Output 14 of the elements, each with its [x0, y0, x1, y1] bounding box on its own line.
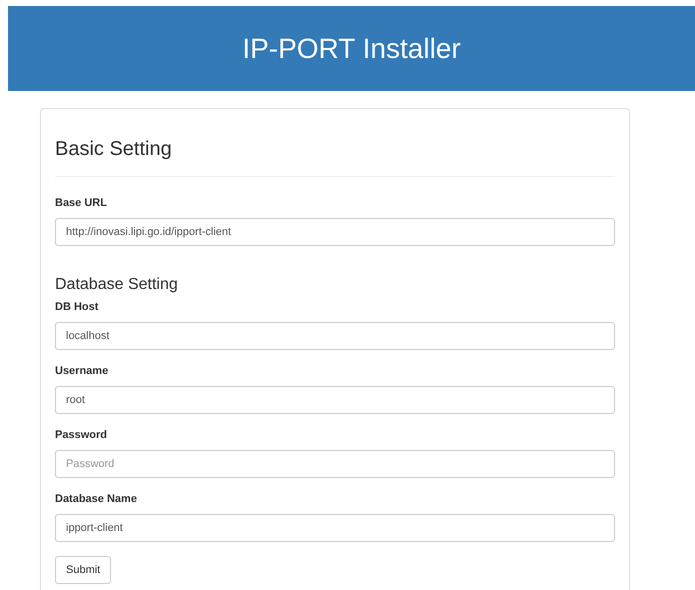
input-field[interactable]: http://inovasi.lipi.go.id/ipport-client	[55, 218, 615, 246]
input-field[interactable]: localhost	[55, 322, 615, 350]
input-field[interactable]: ipport-client	[55, 514, 615, 542]
input-field[interactable]: root	[55, 386, 615, 414]
page-title: IP-PORT Installer	[242, 32, 461, 64]
field-label: Username	[55, 364, 110, 378]
field-label: DB Host	[55, 300, 100, 314]
input-field[interactable]: Password	[55, 450, 615, 478]
field-label: Password	[55, 428, 108, 442]
field-label: Base URL	[55, 196, 108, 210]
section-heading: Database Setting	[55, 276, 179, 294]
section-heading: Basic Setting	[55, 109, 615, 177]
submit-button[interactable]: Submit	[55, 556, 112, 584]
field-label: Database Name	[55, 492, 138, 506]
